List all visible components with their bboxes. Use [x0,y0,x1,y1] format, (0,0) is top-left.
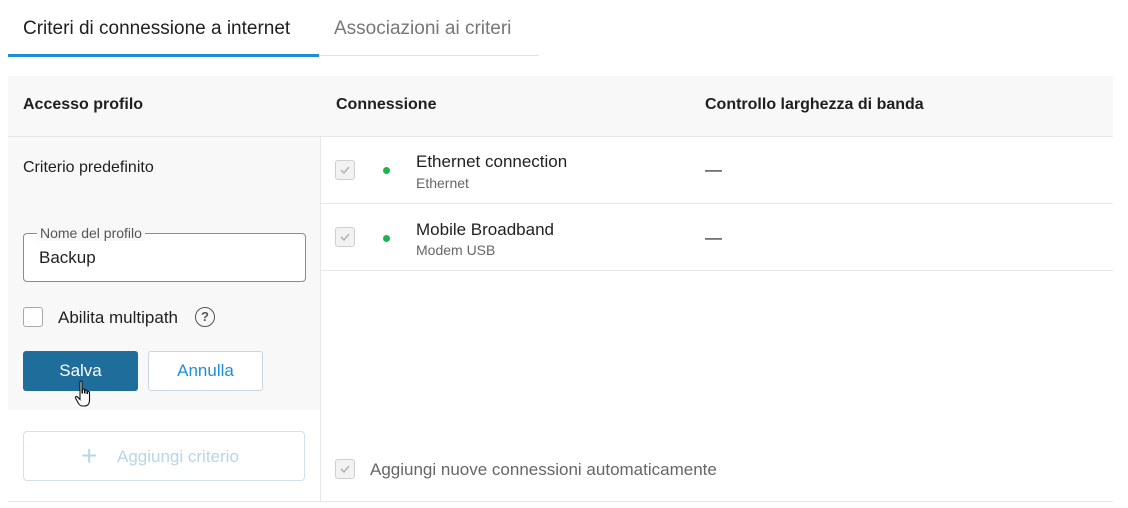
row-divider [8,501,1113,502]
checkmark-icon [340,166,350,175]
table-header: Accesso profilo Connessione Controllo la… [8,76,1113,136]
connection-name: Ethernet connection [416,152,568,171]
bandwidth-value: — [705,160,722,179]
hand-cursor-icon [74,380,91,407]
tab-criteria-associations[interactable]: Associazioni ai criteri [334,0,511,56]
status-online-icon [383,167,390,174]
status-online-icon [383,235,390,242]
connection-checkbox[interactable] [335,160,355,180]
connection-name: Mobile Broadband [416,220,554,239]
connection-type: Ethernet [416,175,469,191]
bandwidth-value: — [705,228,722,247]
tab-internet-connection-criteria[interactable]: Criteri di connessione a internet [8,0,319,57]
cancel-button[interactable]: Annulla [148,351,263,391]
auto-add-connections-label: Aggiungi nuove connessioni automaticamen… [370,460,717,479]
header-bandwidth-control: Controllo larghezza di banda [705,96,924,113]
row-divider [320,203,1113,204]
multipath-checkbox[interactable] [23,307,43,327]
connection-checkbox[interactable] [335,227,355,247]
profile-name-label: Nome del profilo [37,225,145,241]
header-connection: Connessione [336,96,437,113]
auto-add-connections-checkbox[interactable] [335,459,355,479]
connection-type: Modem USB [416,242,496,258]
row-divider [8,136,1113,137]
multipath-label: Abilita multipath [58,308,179,327]
header-profile-access: Accesso profilo [23,96,144,113]
add-criterion-label: Aggiungi criterio [117,447,239,466]
default-criterion-label[interactable]: Criterio predefinito [23,159,154,177]
add-criterion-button[interactable]: + Aggiungi criterio [23,431,305,481]
tab-bar: Criteri di connessione a internet Associ… [8,0,539,57]
checkmark-icon [340,233,350,242]
profile-name-input[interactable] [39,248,289,268]
checkmark-icon [340,465,350,474]
help-icon[interactable]: ? [195,307,215,327]
column-divider [320,136,321,502]
row-divider [320,270,1113,271]
plus-icon: + [81,440,98,471]
